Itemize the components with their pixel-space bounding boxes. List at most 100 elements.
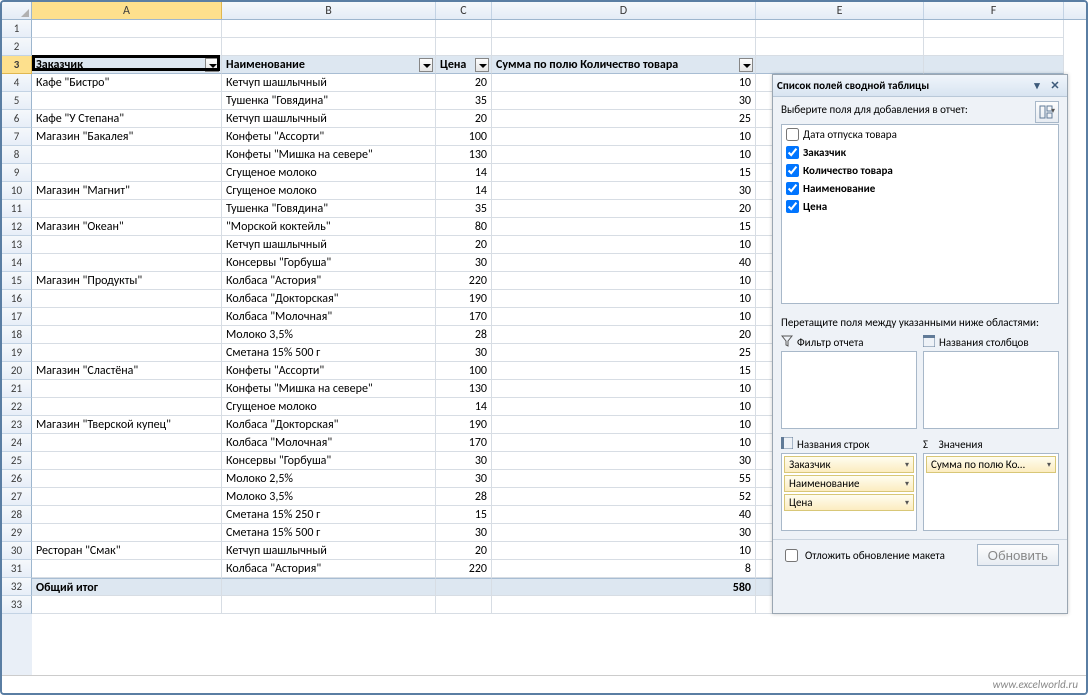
cell-B22[interactable]: Сгущеное молоко — [222, 398, 436, 416]
cell-D1[interactable] — [492, 20, 756, 38]
column-header-C[interactable]: C — [436, 2, 492, 19]
cell-D23[interactable]: 10 — [492, 416, 756, 434]
cell-D15[interactable]: 10 — [492, 272, 756, 290]
cell-B29[interactable]: Сметана 15% 500 г — [222, 524, 436, 542]
filter-dropdown-D[interactable] — [739, 58, 753, 72]
filter-dropdown-A[interactable] — [205, 58, 219, 72]
field-list[interactable]: Дата отпуска товараЗаказчикКоличество то… — [781, 124, 1059, 304]
cell-C6[interactable]: 20 — [436, 110, 492, 128]
cell-C9[interactable]: 14 — [436, 164, 492, 182]
select-all-corner[interactable] — [2, 2, 32, 19]
cell-B28[interactable]: Сметана 15% 250 г — [222, 506, 436, 524]
cell-A26[interactable] — [32, 470, 222, 488]
cell-A30[interactable]: Ресторан "Смак" — [32, 542, 222, 560]
cell-A22[interactable] — [32, 398, 222, 416]
row-header-3[interactable]: 3 — [2, 56, 32, 74]
cell-B14[interactable]: Консервы "Горбуша" — [222, 254, 436, 272]
pivot-header-C[interactable]: Цена — [436, 56, 492, 74]
cell-D14[interactable]: 40 — [492, 254, 756, 272]
cell-C33[interactable] — [436, 596, 492, 614]
cell-C7[interactable]: 100 — [436, 128, 492, 146]
cell-B8[interactable]: Конфеты "Мишка на севере" — [222, 146, 436, 164]
cell-B16[interactable]: Колбаса "Докторская" — [222, 290, 436, 308]
cell-B23[interactable]: Колбаса "Докторская" — [222, 416, 436, 434]
cell-B17[interactable]: Колбаса "Молочная" — [222, 308, 436, 326]
row-header-19[interactable]: 19 — [2, 344, 32, 362]
cell-A5[interactable] — [32, 92, 222, 110]
row-header-12[interactable]: 12 — [2, 218, 32, 236]
cell-D27[interactable]: 52 — [492, 488, 756, 506]
cell-D26[interactable]: 55 — [492, 470, 756, 488]
cell-C2[interactable] — [436, 38, 492, 56]
cell-A31[interactable] — [32, 560, 222, 578]
row-header-11[interactable]: 11 — [2, 200, 32, 218]
row-header-28[interactable]: 28 — [2, 506, 32, 524]
row-header-17[interactable]: 17 — [2, 308, 32, 326]
row-header-29[interactable]: 29 — [2, 524, 32, 542]
cell-A29[interactable] — [32, 524, 222, 542]
cell-C28[interactable]: 15 — [436, 506, 492, 524]
cell-B7[interactable]: Конфеты "Ассорти" — [222, 128, 436, 146]
cell-D31[interactable]: 8 — [492, 560, 756, 578]
field-checkbox[interactable] — [786, 146, 799, 159]
cell-C29[interactable]: 30 — [436, 524, 492, 542]
cell-B13[interactable]: Кетчуп шашлычный — [222, 236, 436, 254]
defer-layout-checkbox[interactable]: Отложить обновление макета — [781, 546, 945, 565]
row-header-4[interactable]: 4 — [2, 74, 32, 92]
field-checkbox[interactable] — [786, 128, 799, 141]
row-header-2[interactable]: 2 — [2, 38, 32, 56]
row-header-6[interactable]: 6 — [2, 110, 32, 128]
cell-D13[interactable]: 10 — [492, 236, 756, 254]
cell-B2[interactable] — [222, 38, 436, 56]
pivot-field-list-pane[interactable]: Список полей сводной таблицы ▾ ✕ Выберит… — [772, 74, 1068, 614]
row-header-7[interactable]: 7 — [2, 128, 32, 146]
zone-column-labels[interactable]: Названия столбцов — [923, 333, 1059, 429]
cell-B11[interactable]: Тушенка "Говядина" — [222, 200, 436, 218]
cell-A7[interactable]: Магазин "Бакалея" — [32, 128, 222, 146]
field-2[interactable]: Количество товара — [782, 161, 1058, 179]
cell-C22[interactable]: 14 — [436, 398, 492, 416]
zone-values[interactable]: Σ Значения Сумма по полю Ко… — [923, 435, 1059, 531]
row-header-8[interactable]: 8 — [2, 146, 32, 164]
cell-A14[interactable] — [32, 254, 222, 272]
pivot-header-A[interactable]: Заказчик — [32, 56, 222, 74]
cell-B31[interactable]: Колбаса "Астория" — [222, 560, 436, 578]
cell-B25[interactable]: Консервы "Горбуша" — [222, 452, 436, 470]
cell-A12[interactable]: Магазин "Океан" — [32, 218, 222, 236]
cell-C31[interactable]: 220 — [436, 560, 492, 578]
row-header-22[interactable]: 22 — [2, 398, 32, 416]
cell-D20[interactable]: 15 — [492, 362, 756, 380]
cell-A20[interactable]: Магазин "Сластёна" — [32, 362, 222, 380]
cell-A2[interactable] — [32, 38, 222, 56]
cell-D5[interactable]: 30 — [492, 92, 756, 110]
cell-D2[interactable] — [492, 38, 756, 56]
cell-D22[interactable]: 10 — [492, 398, 756, 416]
cell-C10[interactable]: 14 — [436, 182, 492, 200]
row-header-16[interactable]: 16 — [2, 290, 32, 308]
pivot-header-D[interactable]: Сумма по полю Количество товара — [492, 56, 756, 74]
cell-C13[interactable]: 20 — [436, 236, 492, 254]
cell-B21[interactable]: Конфеты "Мишка на севере" — [222, 380, 436, 398]
cell-B1[interactable] — [222, 20, 436, 38]
cell-D25[interactable]: 30 — [492, 452, 756, 470]
row-header-23[interactable]: 23 — [2, 416, 32, 434]
cell-D8[interactable]: 10 — [492, 146, 756, 164]
row-header-32[interactable]: 32 — [2, 578, 32, 596]
cell-B15[interactable]: Колбаса "Астория" — [222, 272, 436, 290]
cell-D21[interactable]: 10 — [492, 380, 756, 398]
cell-A11[interactable] — [32, 200, 222, 218]
zone-row-labels[interactable]: Названия строк ЗаказчикНаименованиеЦена — [781, 435, 917, 531]
column-header-D[interactable]: D — [492, 2, 756, 19]
row-header-9[interactable]: 9 — [2, 164, 32, 182]
cell-A16[interactable] — [32, 290, 222, 308]
row-header-30[interactable]: 30 — [2, 542, 32, 560]
row-header-27[interactable]: 27 — [2, 488, 32, 506]
cell-B10[interactable]: Сгущеное молоко — [222, 182, 436, 200]
cell-C23[interactable]: 190 — [436, 416, 492, 434]
field-checkbox[interactable] — [786, 182, 799, 195]
cell-A28[interactable] — [32, 506, 222, 524]
row-header-5[interactable]: 5 — [2, 92, 32, 110]
pivot-header-F[interactable] — [924, 56, 1064, 74]
cell-A4[interactable]: Кафе "Бистро" — [32, 74, 222, 92]
filter-dropdown-C[interactable] — [475, 58, 489, 72]
